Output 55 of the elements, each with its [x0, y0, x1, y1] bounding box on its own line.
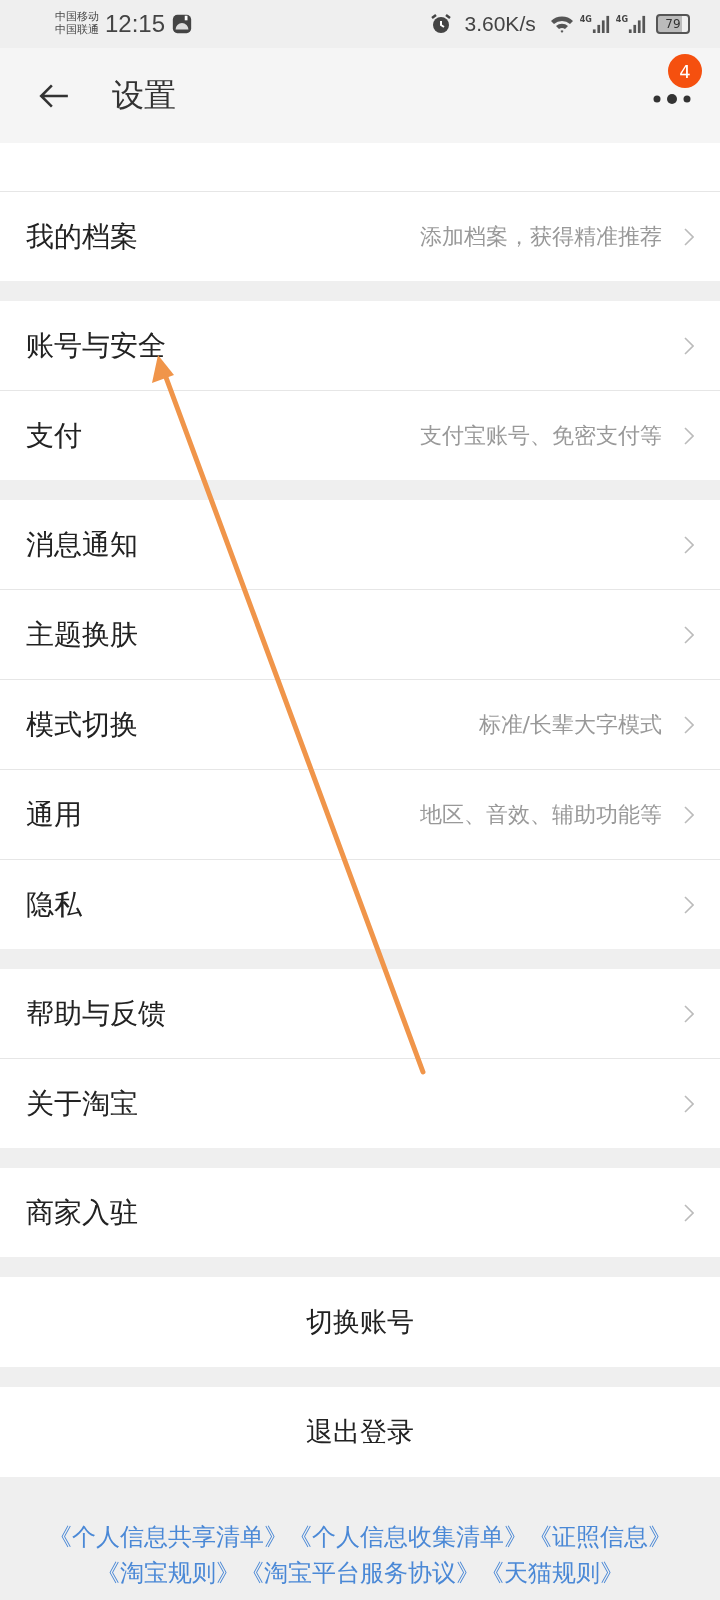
settings-row[interactable]: 账号与安全 — [0, 301, 720, 390]
battery-icon: 79 — [656, 14, 690, 34]
settings-row[interactable]: 通用 地区、音效、辅助功能等 — [0, 769, 720, 859]
chevron-icon — [684, 426, 694, 445]
chevron-icon — [684, 1094, 694, 1113]
network-type: 4G — [579, 15, 592, 24]
settings-row[interactable]: 关于淘宝 — [0, 1058, 720, 1148]
row-label: 消息通知 — [26, 526, 138, 563]
row-hint: 标准/长辈大字模式 — [478, 710, 662, 739]
settings-row[interactable]: 隐私 — [0, 859, 720, 949]
row-hint: 添加档案，获得精准推荐 — [420, 222, 662, 251]
row-label: 支付 — [26, 417, 82, 454]
settings-row[interactable]: 帮助与反馈 — [0, 969, 720, 1058]
chevron-icon — [684, 1004, 694, 1023]
chevron-icon — [684, 715, 694, 734]
row-hint: 地区、音效、辅助功能等 — [420, 800, 662, 829]
more-dots-icon — [652, 93, 692, 104]
carrier-name: 中国联通 — [55, 24, 99, 37]
row-label: 我的档案 — [26, 218, 138, 255]
chevron-icon — [684, 336, 694, 355]
app-notification-icon — [171, 13, 194, 35]
row-hint: 支付宝账号、免密支付等 — [420, 421, 662, 450]
wifi-icon — [549, 14, 574, 34]
chevron-icon — [684, 535, 694, 554]
row-label: 关于淘宝 — [26, 1085, 138, 1122]
row-label: 商家入驻 — [26, 1194, 138, 1231]
chevron-icon — [684, 895, 694, 914]
settings-row[interactable]: 模式切换 标准/长辈大字模式 — [0, 679, 720, 769]
signal-icon — [591, 15, 610, 33]
chevron-icon — [684, 625, 694, 644]
chevron-icon — [684, 227, 694, 246]
settings-row[interactable]: 商家入驻 — [0, 1168, 720, 1257]
signal-icon — [628, 15, 646, 33]
notification-badge: 4 — [668, 54, 702, 88]
chevron-icon — [684, 805, 694, 824]
page-title: 设置 — [112, 74, 176, 116]
row-label: 通用 — [26, 796, 82, 833]
account-button[interactable]: 退出登录 — [0, 1387, 720, 1477]
row-label: 主题换肤 — [26, 616, 138, 653]
back-arrow-icon — [38, 82, 70, 109]
row-label: 帮助与反馈 — [26, 995, 166, 1032]
settings-row[interactable]: 支付 支付宝账号、免密支付等 — [0, 390, 720, 480]
chevron-icon — [684, 1203, 694, 1222]
settings-row[interactable]: 消息通知 — [0, 500, 720, 589]
carrier-name: 中国移动 — [55, 11, 99, 24]
network-speed: 3.60K/s — [464, 12, 536, 36]
account-button[interactable]: 切换账号 — [0, 1277, 720, 1367]
row-label: 隐私 — [26, 886, 82, 923]
clock-time: 12:15 — [105, 10, 166, 38]
row-label: 模式切换 — [26, 706, 138, 743]
network-type: 4G — [615, 15, 628, 24]
settings-row[interactable]: 我的档案 添加档案，获得精准推荐 — [0, 191, 720, 281]
settings-row[interactable]: 主题换肤 — [0, 589, 720, 679]
row-label: 账号与安全 — [26, 327, 166, 364]
back-button[interactable] — [38, 82, 70, 109]
